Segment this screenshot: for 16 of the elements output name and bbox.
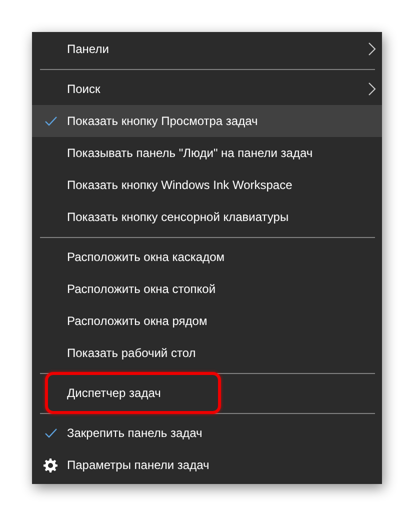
menu-item[interactable]: Показывать панель "Люди" на панели задач [32,137,382,169]
menu-item[interactable]: Расположить окна стопкой [32,273,382,305]
settings-icon [43,458,58,472]
menu-item[interactable]: Расположить окна каскадом [32,241,382,273]
chevron-right-icon [368,82,376,96]
menu-item[interactable]: Поиск [32,73,382,105]
menu-item[interactable]: Расположить окна рядом [32,305,382,337]
menu-item[interactable]: Диспетчер задач [32,377,382,409]
menu-item[interactable]: Параметры панели задач [32,449,382,481]
menu-item[interactable]: Показать кнопку Просмотра задач [32,105,382,137]
chevron-right-icon [368,42,376,56]
menu-item[interactable]: Показать рабочий стол [32,337,382,369]
menu-item[interactable]: Панели [32,33,382,65]
menu-item[interactable]: Закрепить панель задач [32,417,382,449]
menu-item[interactable]: Показать кнопку Windows Ink Workspace [32,169,382,201]
menu-item[interactable]: Показать кнопку сенсорной клавиатуры [32,201,382,233]
